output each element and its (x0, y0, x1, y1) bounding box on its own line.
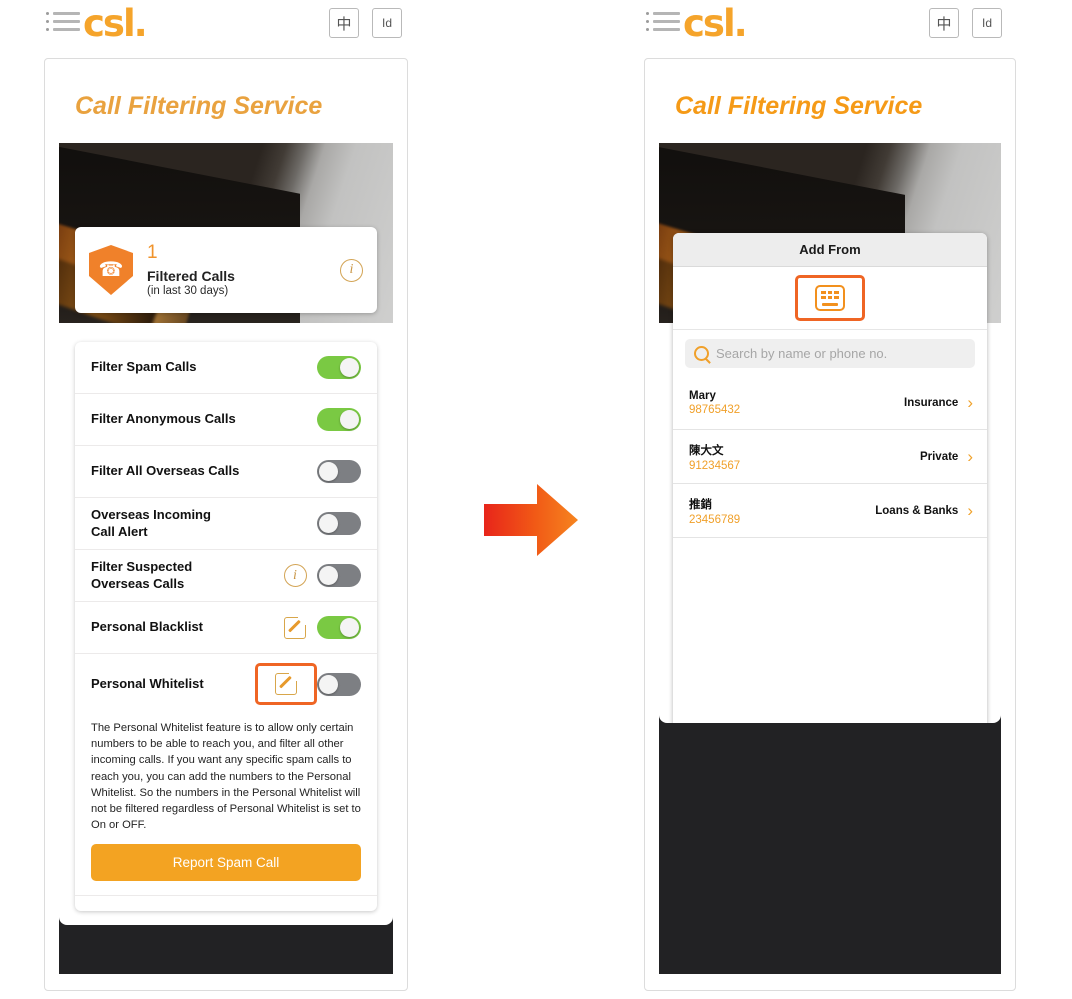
phone-screen-left: Call Filtering Service ☎ 1 Filtered Call… (59, 67, 393, 974)
chevron-right-icon: › (967, 446, 973, 466)
language-toggle-button[interactable]: 中 (929, 8, 959, 38)
filtered-calls-card[interactable]: ☎ 1 Filtered Calls (in last 30 days) i (75, 227, 377, 313)
whitelist-description: The Personal Whitelist feature is to all… (91, 722, 361, 832)
contact-name: 推銷 (689, 498, 712, 511)
device-left: Call Filtering Service ☎ 1 Filtered Call… (44, 58, 408, 991)
contact-number: 91234567 (689, 459, 741, 472)
setting-label: Filter Suspected Overseas Calls (91, 559, 193, 591)
shield-blocked-call-icon: ☎ (89, 245, 133, 295)
filtered-calls-period: (in last 30 days) (147, 284, 229, 297)
setting-row-personal-whitelist[interactable]: Personal Whitelist (75, 654, 377, 714)
list-item[interactable]: Mary 98765432 Insurance › (673, 376, 987, 430)
list-item[interactable]: 陳大文 91234567 Private › (673, 430, 987, 484)
contact-name: 陳大文 (689, 444, 724, 457)
language-toggle-button[interactable]: 中 (329, 8, 359, 38)
contact-tag: Private (919, 450, 959, 463)
add-from-source-area (673, 267, 987, 330)
setting-row-filter-all-overseas-calls[interactable]: Filter All Overseas Calls (75, 446, 377, 498)
contact-number: 98765432 (689, 403, 741, 416)
edit-whitelist-highlight-box[interactable] (255, 663, 317, 705)
device-right: Call Filtering Service Add From Search b… (644, 58, 1016, 991)
info-icon[interactable]: i (283, 564, 307, 587)
filtered-calls-label: Filtered Calls (147, 267, 235, 284)
setting-row-filter-anonymous-calls[interactable]: Filter Anonymous Calls (75, 394, 377, 446)
csl-logo[interactable]: csl. (683, 2, 748, 45)
settings-list: Filter Spam Calls Filter Anonymous Calls… (75, 342, 377, 911)
header-left: csl. 中 Id (40, 0, 420, 56)
menu-list-icon[interactable] (46, 12, 82, 40)
id-button[interactable]: Id (972, 8, 1002, 38)
setting-label: Personal Whitelist (91, 675, 204, 691)
search-input[interactable]: Search by name or phone no. (685, 339, 975, 368)
add-from-title: Add From (673, 233, 987, 267)
about-row[interactable]: About › (75, 894, 377, 911)
contact-number: 23456789 (689, 513, 741, 526)
logo-text: csl (83, 2, 136, 45)
list-item[interactable]: 推銷 23456789 Loans & Banks › (673, 484, 987, 538)
edit-pencil-icon[interactable] (284, 614, 308, 639)
info-icon[interactable]: i (340, 258, 363, 282)
add-from-sheet: Add From Search by name or phone no. Mar… (673, 233, 987, 723)
keypad-icon[interactable] (815, 285, 845, 311)
search-placeholder: Search by name or phone no. (716, 346, 888, 361)
toggle-personal-blacklist[interactable] (317, 616, 361, 639)
contact-name: Mary (689, 389, 716, 402)
setting-row-filter-spam-calls[interactable]: Filter Spam Calls (75, 342, 377, 394)
logo-text: csl (683, 2, 736, 45)
setting-row-overseas-incoming-call-alert[interactable]: Overseas Incoming Call Alert (75, 498, 377, 550)
chevron-right-icon: › (967, 392, 973, 412)
chevron-right-icon: › (967, 500, 973, 520)
setting-label: Personal Blacklist (91, 619, 203, 635)
filtered-calls-count: 1 (147, 242, 158, 264)
filtered-calls-text: 1 Filtered Calls (in last 30 days) (147, 242, 340, 297)
right-arrow-icon (482, 482, 580, 558)
csl-logo[interactable]: csl. (83, 2, 148, 45)
contact-list: Mary 98765432 Insurance › 陳大文 91234567 P… (673, 376, 987, 721)
phone-screen-right: Call Filtering Service Add From Search b… (659, 67, 1001, 974)
id-button[interactable]: Id (372, 8, 402, 38)
logo-dot: . (733, 2, 748, 45)
setting-label: Filter Spam Calls (91, 359, 197, 375)
app-content-left: Call Filtering Service ☎ 1 Filtered Call… (59, 67, 393, 925)
toggle-filter-anonymous-calls[interactable] (317, 408, 361, 431)
setting-label: Overseas Incoming Call Alert (91, 507, 211, 539)
contact-tag: Loans & Banks (875, 504, 959, 517)
contact-tag: Insurance (904, 396, 959, 409)
keypad-highlight-box[interactable] (795, 275, 865, 321)
toggle-personal-whitelist[interactable] (317, 672, 361, 696)
search-area: Search by name or phone no. (673, 330, 987, 376)
toggle-filter-all-overseas-calls[interactable] (317, 460, 361, 483)
toggle-filter-suspected-overseas-calls[interactable] (317, 564, 361, 587)
app-content-right: Call Filtering Service Add From Search b… (659, 67, 1001, 723)
toggle-filter-spam-calls[interactable] (317, 356, 361, 379)
search-icon (694, 346, 709, 361)
setting-label: Filter All Overseas Calls (91, 463, 240, 479)
header-right: csl. 中 Id (640, 0, 1020, 56)
setting-row-personal-blacklist[interactable]: Personal Blacklist (75, 602, 377, 654)
toggle-overseas-incoming-call-alert[interactable] (317, 512, 361, 535)
setting-row-filter-suspected-overseas-calls[interactable]: Filter Suspected Overseas Calls i (75, 550, 377, 602)
page-title: Call Filtering Service (75, 92, 323, 120)
report-spam-call-button[interactable]: Report Spam Call (91, 843, 361, 881)
logo-dot: . (133, 2, 148, 45)
edit-pencil-icon[interactable] (275, 671, 299, 695)
screenshot-stage: csl. 中 Id csl. 中 Id Call Filtering Servi… (0, 0, 1072, 999)
page-title: Call Filtering Service (675, 92, 923, 120)
menu-list-icon[interactable] (646, 12, 682, 40)
setting-label: Filter Anonymous Calls (91, 411, 236, 427)
